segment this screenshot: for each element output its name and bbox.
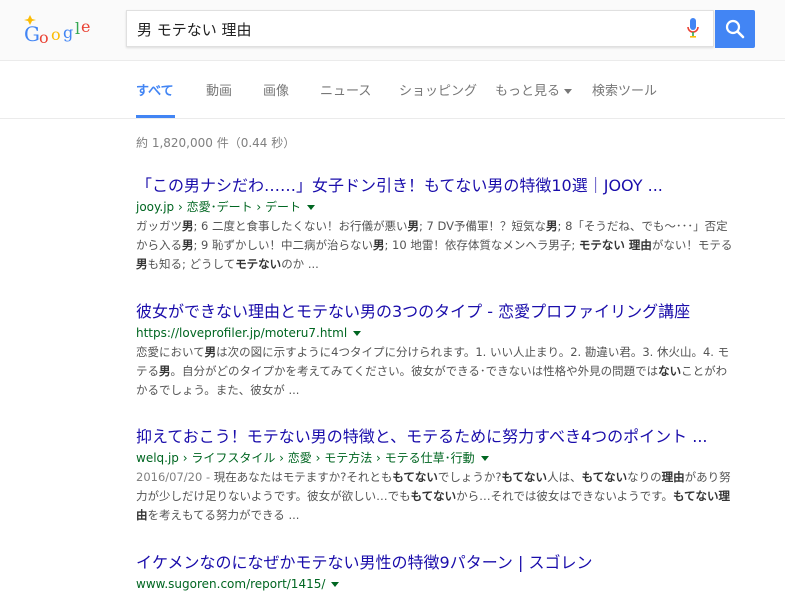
highlighted-term: もてない [392,470,438,484]
svg-text:g: g [63,23,73,42]
result-url-text: https://loveprofiler.jp/moteru7.html [136,326,348,340]
result-url: https://loveprofiler.jp/moteru7.html [136,325,736,341]
result-snippet: 恋愛において男は次の図に示すように4つタイプに分けられます。1. いい人止まり。… [136,343,736,400]
result-title-link[interactable]: イケメンなのになぜかモテない男性の特徴9パターン | スゴレン [136,553,736,573]
highlighted-term: 男 [407,219,420,233]
result-url: jooy.jp › 恋愛･デート › デート [136,199,736,215]
tab-videos[interactable]: 動画 [206,80,232,99]
chevron-down-icon [564,89,573,94]
highlighted-term: ない [658,364,682,378]
snippet-text: ; 7 DV予備軍！？短気な [419,219,547,233]
tab-more-label: もっと見る [495,84,561,99]
top-bar: G o o g l e [0,0,785,61]
snippet-text: なりの [627,470,662,484]
svg-text:o: o [39,28,49,47]
result-snippet: ガッガツ男; 6 二度と食事したくない！お行儀が悪い男; 7 DV予備軍！？短気… [136,217,736,274]
result-url: www.sugoren.com/report/1415/ [136,576,736,592]
snippet-text: ガッガツ [136,219,182,233]
highlighted-term: もてない [501,470,548,484]
tab-images[interactable]: 画像 [263,80,289,99]
result-url-text: jooy.jp › 恋愛･デート › デート [136,200,302,214]
result-url: welq.jp › ライフスタイル › 恋愛 › モテ方法 › モテる仕草･行動 [136,450,736,466]
snippet-text: のか ... [281,257,319,271]
search-box[interactable] [126,10,714,47]
highlighted-term: 男 [159,364,171,378]
active-tab-indicator [136,115,175,118]
snippet-text: を考えもてる努力ができる ... [147,508,300,522]
snippet-text: 恋愛において [136,345,205,359]
search-icon [725,19,745,39]
result-snippet: 2016/07/20 - 現在あなたはモテますか?それとももてないでしょうか?も… [136,468,736,525]
highlighted-term: もてない [581,470,628,484]
highlighted-term: 男 [204,345,217,359]
search-tabs: すべて 動画 画像 ニュース ショッピング もっと見る 検索ツール [0,60,785,119]
tab-search-tools[interactable]: 検索ツール [592,80,657,99]
snippet-text: ; 6 二度と食事したくない！お行儀が悪い [193,219,408,233]
result-title-link[interactable]: 彼女ができない理由とモテない男の3つのタイプ - 恋愛プロファイリング講座 [136,302,736,322]
url-dropdown-icon[interactable] [480,456,489,461]
highlighted-term: 男 [182,238,194,252]
snippet-text: 現在あなたはモテますか?それとも [213,470,393,484]
highlighted-term: もてない [410,489,457,503]
google-logo[interactable]: G o o g l e [22,13,100,53]
snippet-text: も知る; どうして [147,257,236,271]
highlighted-term: 男 [136,257,148,271]
highlighted-term: 理由 [661,470,685,484]
result-stats: 約 1,820,000 件（0.44 秒） [136,136,296,150]
highlighted-term: 男 [182,219,194,233]
snippet-text: ; 9 恥ずかしい！中二病が治らない [193,238,374,252]
search-result: 「この男ナシだわ……」女子ドン引き！もてない男の特徴10選｜JOOY ... j… [136,176,736,274]
result-title-link[interactable]: 「この男ナシだわ……」女子ドン引き！もてない男の特徴10選｜JOOY ... [136,176,736,196]
svg-text:l: l [75,19,80,38]
url-dropdown-icon[interactable] [353,331,362,336]
microphone-icon[interactable] [686,17,700,41]
result-url-text: welq.jp › ライフスタイル › 恋愛 › モテ方法 › モテる仕草･行動 [136,451,475,465]
search-input[interactable] [137,17,657,41]
tab-shopping[interactable]: ショッピング [399,80,477,99]
search-button[interactable] [715,10,755,48]
search-result: 抑えておこう！モテない男の特徴と、モテるために努力すべき4つのポイント ... … [136,427,736,525]
result-snippet-text: 現在あなたはモテますか?それとももてないでしょうか?もてない人は、もてないなりの… [136,470,731,522]
result-url-text: www.sugoren.com/report/1415/ [136,577,326,591]
highlighted-term: 男 [373,238,385,252]
result-title-link[interactable]: 抑えておこう！モテない男の特徴と、モテるために努力すべき4つのポイント ... [136,427,736,447]
snippet-text: から…それでは彼女はできないようです。 [456,489,673,503]
snippet-text: 。自分がどのタイプかを考えてみてください。彼女ができる･できないは性格や外見の問… [170,364,659,378]
svg-text:e: e [81,17,90,36]
highlighted-term: モテない 理由 [578,238,652,252]
svg-text:G: G [24,22,40,46]
highlighted-term: 男 [546,219,558,233]
tab-more[interactable]: もっと見る [495,80,573,99]
snippet-text: でしょうか? [437,470,502,484]
tab-news[interactable]: ニュース [320,80,371,99]
search-result: 彼女ができない理由とモテない男の3つのタイプ - 恋愛プロファイリング講座 ht… [136,302,736,400]
result-date: 2016/07/20 - [136,470,214,484]
snippet-text: ; 10 地雷！依存体質なメンヘラ男子; [384,238,579,252]
snippet-text: 人は、 [547,470,582,484]
snippet-text: がない！モテる [651,238,733,252]
tab-all[interactable]: すべて [136,80,174,99]
url-dropdown-icon[interactable] [307,205,316,210]
highlighted-term: モテない [235,257,282,271]
search-result: イケメンなのになぜかモテない男性の特徴9パターン | スゴレン www.sugo… [136,553,736,592]
svg-text:o: o [51,25,61,44]
